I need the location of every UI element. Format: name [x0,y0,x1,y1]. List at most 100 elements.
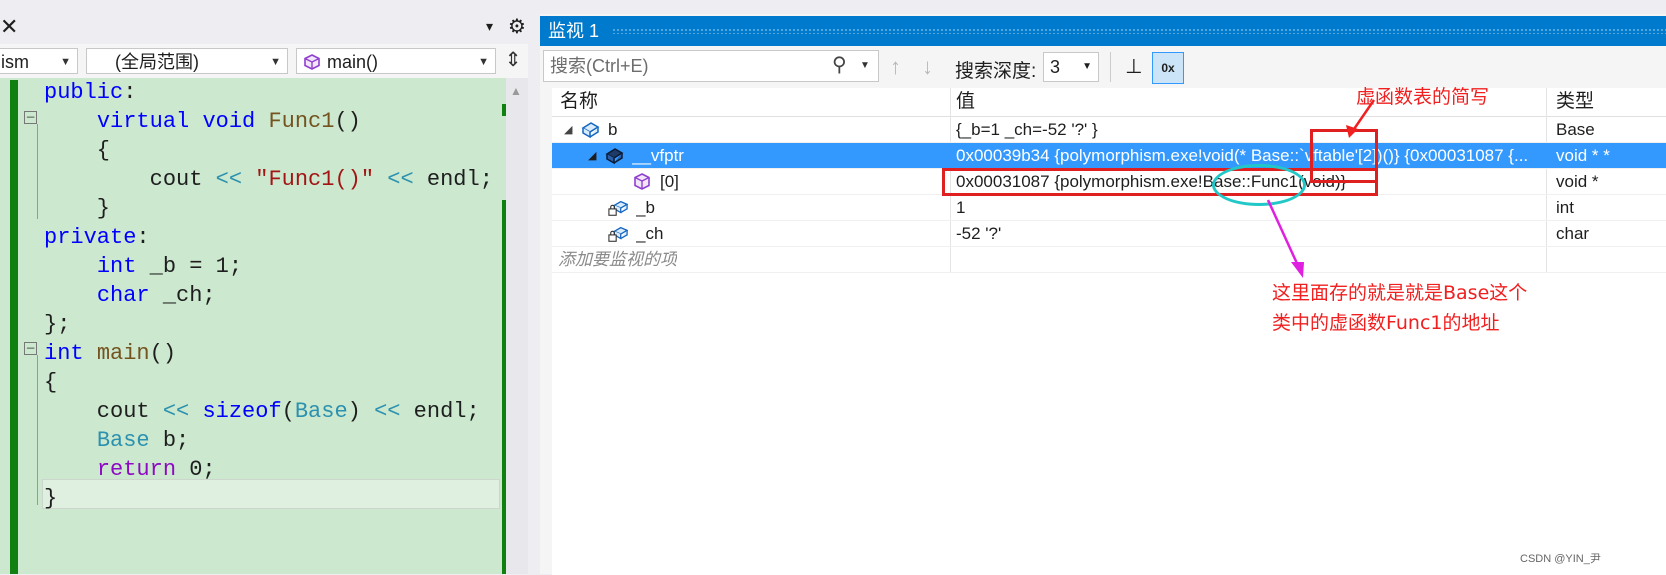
change-tracking-bar [10,80,18,574]
pin-icon[interactable]: ⊥ [1120,52,1148,82]
project-combo[interactable]: ism ▼ [0,48,78,74]
hex-display-label: 0x [1161,61,1175,75]
watch-title: 监视 1 [548,21,600,41]
expanded-icon[interactable]: ◢ [564,117,572,143]
column-header-name[interactable]: 名称 [560,88,598,116]
fold-guide [37,124,38,219]
title-grip [612,28,1666,34]
watch-grid-header: 名称 值 类型 [552,88,1666,117]
code-token: : [136,225,150,250]
search-placeholder: 搜索(Ctrl+E) [550,56,649,76]
close-tab-icon[interactable]: ✕ [0,16,18,38]
watch-row-selected[interactable]: ◢ __vfptr 0x00039b34 {polymorphism.exe!v… [552,143,1666,169]
code-token: Base [96,428,150,453]
code-token: () [334,109,361,134]
watch-name: [0] [660,172,679,191]
code-token: ( [281,399,295,424]
code-token: Base [294,399,348,424]
code-token: sizeof [202,399,282,424]
current-line-highlight [42,479,500,509]
code-line[interactable]: cout << sizeof(Base) << endl; [44,399,480,425]
hex-display-button[interactable]: 0x [1152,52,1184,84]
fold-guide [37,355,38,505]
collapse-icon[interactable]: − [24,342,37,355]
watch-row[interactable]: _ch -52 '?' char [552,221,1666,247]
private-field-icon [608,200,628,216]
gear-icon[interactable]: ⚙ [508,14,526,39]
method-cube-icon [304,54,320,70]
watch-name: _ch [636,224,664,243]
watch-type: void * [1556,172,1599,191]
expanded-icon[interactable]: ◢ [588,143,596,169]
code-token: } [44,486,58,511]
find-next-icon[interactable]: ↓ [922,54,933,80]
editor-scrollbar[interactable] [506,78,528,574]
tab-list-dropdown-icon[interactable]: ▾ [486,18,493,35]
chevron-down-icon[interactable]: ▼ [860,60,870,71]
code-token: _b = 1; [136,254,243,279]
code-line[interactable]: } [44,486,57,512]
annotation-label: 类中的虚函数Func1的地址 [1272,312,1500,334]
split-window-icon[interactable]: ⇕ [502,48,524,74]
code-line[interactable]: } [44,196,110,222]
chevron-down-icon: ▼ [60,56,71,68]
member-combo[interactable]: main() ▼ [296,48,496,74]
navigation-bar: ism ▼ (全局范围) ▼ main() ▼ [0,44,528,78]
watch-type: char [1556,224,1590,243]
watch-row[interactable]: _b 1 int [552,195,1666,221]
code-token: } [44,196,111,221]
code-line[interactable]: { [44,138,110,164]
code-line[interactable]: return 0; [44,457,216,483]
code-line[interactable]: }; [44,312,70,338]
code-token: int [44,341,84,366]
search-icon[interactable]: ⚲ [832,52,847,77]
code-token: public [44,80,124,105]
code-line[interactable]: Base b; [44,428,189,454]
code-line[interactable]: { [44,370,57,396]
code-line[interactable]: int main() [44,341,176,367]
column-header-type[interactable]: 类型 [1556,88,1594,116]
code-token: Func1 [268,109,335,134]
code-line[interactable]: public: [44,80,136,106]
editor-tab-strip [0,0,528,45]
code-line[interactable]: private: [44,225,150,251]
code-line[interactable]: char _ch; [44,283,216,309]
watermark: CSDN @YIN_尹 [1520,553,1601,565]
scroll-up-icon[interactable]: ▲ [510,84,522,98]
watch-value: {_b=1 _ch=-52 '?' } [956,120,1098,139]
annotation-box-func1 [942,168,1378,196]
watch-value: 1 [956,198,966,217]
code-line[interactable]: virtual void Func1() [44,109,361,135]
search-depth-select[interactable]: 3 ▼ [1043,52,1099,82]
code-token: ) [347,399,375,424]
watch-value: -52 '?' [956,224,1002,243]
code-token: }; [44,312,71,337]
add-watch-row[interactable]: 添加要监视的项 [552,247,1666,273]
collapse-icon[interactable]: − [24,111,37,124]
watch-title-bar[interactable]: 监视 1 [540,16,1666,46]
code-line[interactable]: int _b = 1; [44,254,242,280]
code-line[interactable]: cout << "Func1()" << endl; [44,167,493,193]
column-header-value[interactable]: 值 [956,88,975,116]
add-watch-placeholder: 添加要监视的项 [558,250,677,269]
code-token: int [96,254,137,279]
scope-combo[interactable]: (全局范围) ▼ [86,48,288,74]
code-token: << [387,167,414,192]
watch-type: Base [1556,120,1595,139]
find-previous-icon[interactable]: ↑ [890,54,901,80]
code-token: b; [149,428,190,453]
watch-row[interactable]: ◢ b {_b=1 _ch=-52 '?' } Base [552,117,1666,143]
watch-type: void * * [1556,146,1610,165]
variable-icon [581,122,600,139]
search-input[interactable]: 搜索(Ctrl+E) [543,50,879,82]
